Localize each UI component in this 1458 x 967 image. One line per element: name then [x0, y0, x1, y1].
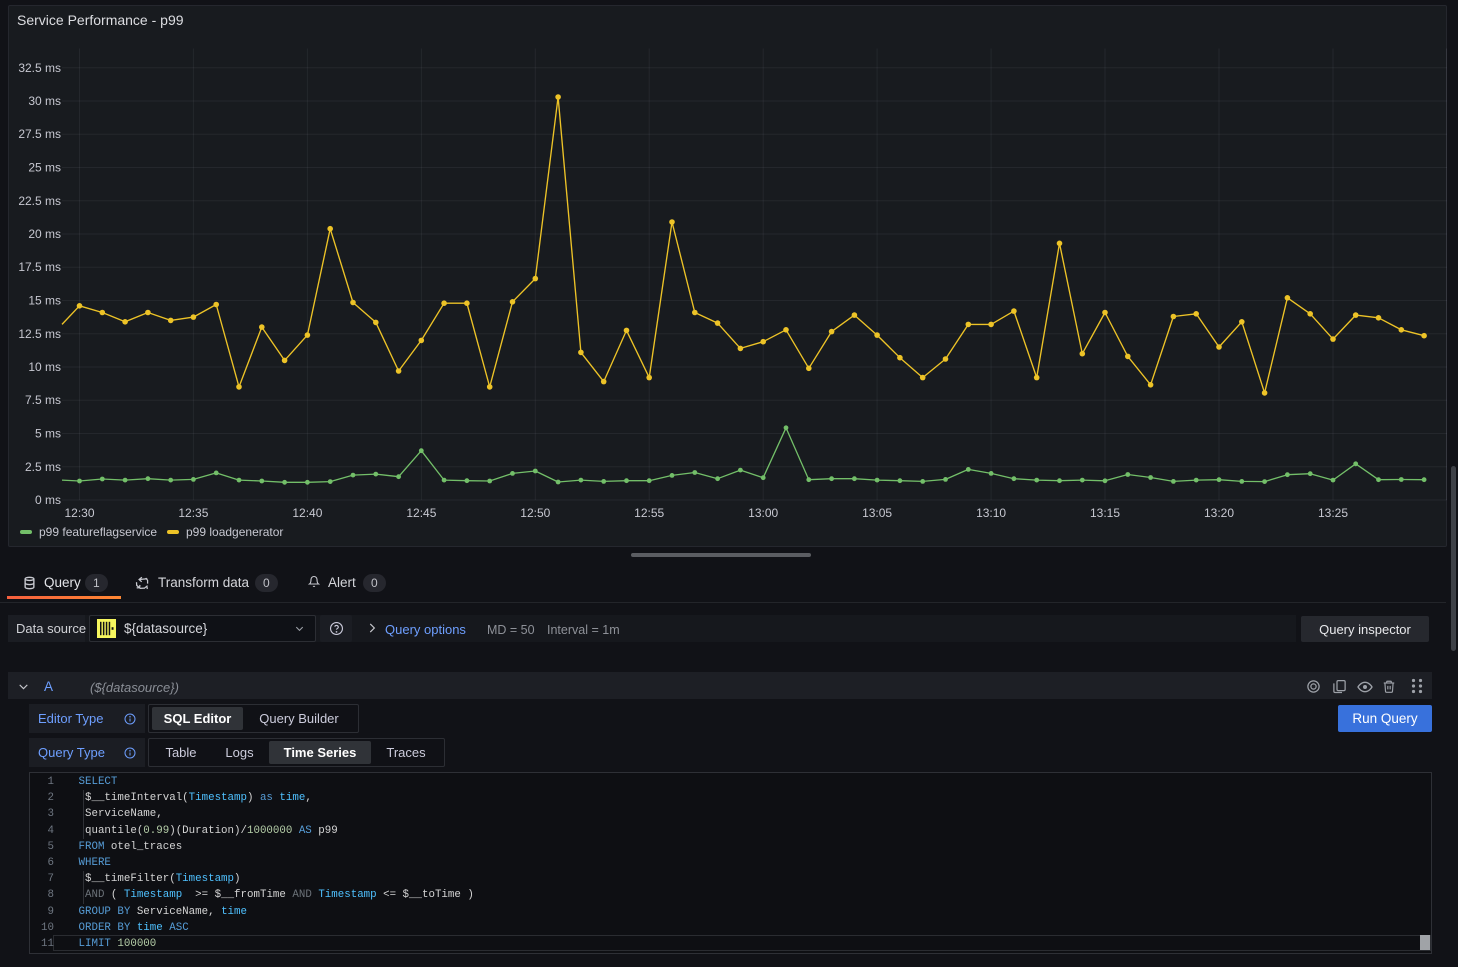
svg-text:12:40: 12:40 [292, 506, 322, 520]
svg-text:30 ms: 30 ms [28, 94, 61, 108]
svg-text:12:50: 12:50 [520, 506, 550, 520]
svg-text:12:55: 12:55 [634, 506, 664, 520]
svg-text:25 ms: 25 ms [28, 161, 61, 175]
svg-text:20 ms: 20 ms [28, 227, 61, 241]
svg-text:13:10: 13:10 [976, 506, 1006, 520]
svg-text:5 ms: 5 ms [35, 427, 61, 441]
svg-text:22.5 ms: 22.5 ms [18, 194, 61, 208]
svg-text:15 ms: 15 ms [28, 294, 61, 308]
svg-text:13:00: 13:00 [748, 506, 778, 520]
svg-text:12.5 ms: 12.5 ms [18, 327, 61, 341]
svg-text:13:20: 13:20 [1204, 506, 1234, 520]
svg-text:2.5 ms: 2.5 ms [25, 460, 61, 474]
svg-text:10 ms: 10 ms [28, 360, 61, 374]
svg-text:12:30: 12:30 [64, 506, 94, 520]
svg-text:12:35: 12:35 [178, 506, 208, 520]
svg-text:0 ms: 0 ms [35, 493, 61, 507]
svg-text:17.5 ms: 17.5 ms [18, 260, 61, 274]
svg-text:13:25: 13:25 [1318, 506, 1348, 520]
svg-text:7.5 ms: 7.5 ms [25, 393, 61, 407]
svg-text:13:05: 13:05 [862, 506, 892, 520]
svg-text:27.5 ms: 27.5 ms [18, 127, 61, 141]
svg-text:12:45: 12:45 [406, 506, 436, 520]
svg-text:13:15: 13:15 [1090, 506, 1120, 520]
svg-text:32.5 ms: 32.5 ms [18, 61, 61, 75]
